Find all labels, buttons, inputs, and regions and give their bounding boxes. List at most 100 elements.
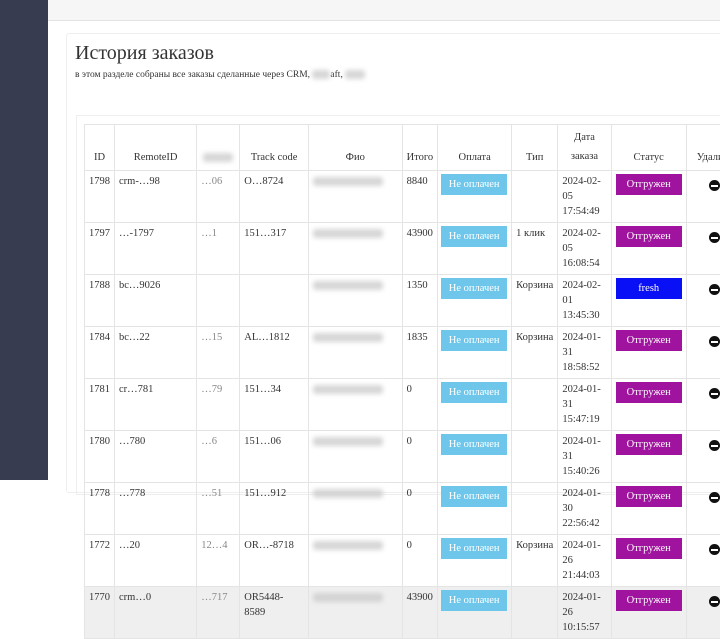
delete-icon[interactable] xyxy=(709,440,720,451)
external-id: …51 xyxy=(197,483,240,535)
delete-icon[interactable] xyxy=(709,284,720,295)
payment-status-button[interactable]: Не оплачен xyxy=(441,174,507,195)
track-code: OR…-8718 xyxy=(240,535,309,587)
column-header[interactable]: Фио xyxy=(308,125,402,171)
remote-id: bc…22 xyxy=(115,327,197,379)
status-badge[interactable]: Отгружен xyxy=(616,538,682,559)
order-date: 2024-01-3115:47:19 xyxy=(558,379,611,431)
status-badge[interactable]: Отгружен xyxy=(616,330,682,351)
payment-status-button[interactable]: Не оплачен xyxy=(441,330,507,351)
column-header[interactable]: Итого xyxy=(402,125,438,171)
customer-name[interactable] xyxy=(308,431,402,483)
table-row[interactable]: 1797 …-1797 …1 151…317 43900 Не оплачен … xyxy=(85,223,720,275)
status-badge[interactable]: Отгружен xyxy=(616,226,682,247)
column-header[interactable]: ID xyxy=(85,125,115,171)
customer-name[interactable] xyxy=(308,379,402,431)
order-date: 2024-01-3118:58:52 xyxy=(558,327,611,379)
status-badge[interactable]: fresh xyxy=(616,278,682,299)
time: 21:44:03 xyxy=(562,570,599,581)
table-row[interactable]: 1770 crm…0 …717 OR5448-8589 43900 Не опл… xyxy=(85,587,720,639)
status-cell: Отгружен xyxy=(611,431,686,483)
payment-cell: Не оплачен xyxy=(438,171,512,223)
status-badge[interactable]: Отгружен xyxy=(616,434,682,455)
payment-status-button[interactable]: Не оплачен xyxy=(441,590,507,611)
customer-name[interactable] xyxy=(308,171,402,223)
redacted-name[interactable] xyxy=(313,385,383,394)
order-date: 2024-02-0113:45:30 xyxy=(558,275,611,327)
payment-status-button[interactable]: Не оплачен xyxy=(441,538,507,559)
external-id: …6 xyxy=(197,431,240,483)
payment-cell: Не оплачен xyxy=(438,275,512,327)
order-total: 0 xyxy=(402,483,438,535)
redacted-name[interactable] xyxy=(313,541,383,550)
delete-icon[interactable] xyxy=(709,492,720,503)
date: 2024-01-31 xyxy=(562,436,601,462)
table-row[interactable]: 1784 bc…22 …15 AL…1812 1835 Не оплачен К… xyxy=(85,327,720,379)
redacted-name[interactable] xyxy=(313,333,383,342)
table-row[interactable]: 1780 …780 …6 151…06 0 Не оплачен 2024-01… xyxy=(85,431,720,483)
status-cell: Отгружен xyxy=(611,535,686,587)
delete-icon[interactable] xyxy=(709,336,720,347)
redacted-name[interactable] xyxy=(313,281,383,290)
status-badge[interactable]: Отгружен xyxy=(616,174,682,195)
remote-id: …-1797 xyxy=(115,223,197,275)
column-header[interactable]: RemoteID xyxy=(115,125,197,171)
customer-name[interactable] xyxy=(308,587,402,639)
delete-icon[interactable] xyxy=(709,544,720,555)
order-date: 2024-01-3022:56:42 xyxy=(558,483,611,535)
column-header[interactable] xyxy=(197,125,240,171)
order-date: 2024-01-3115:40:26 xyxy=(558,431,611,483)
payment-status-button[interactable]: Не оплачен xyxy=(441,382,507,403)
customer-name[interactable] xyxy=(308,275,402,327)
payment-status-button[interactable]: Не оплачен xyxy=(441,434,507,455)
table-row[interactable]: 1772 …20 12…4 OR…-8718 0 Не оплачен Корз… xyxy=(85,535,720,587)
order-date: 2024-02-0516:08:54 xyxy=(558,223,611,275)
redacted xyxy=(345,70,365,79)
status-badge[interactable]: Отгружен xyxy=(616,590,682,611)
delete-icon[interactable] xyxy=(709,596,720,607)
delete-icon[interactable] xyxy=(709,388,720,399)
time: 16:08:54 xyxy=(562,258,599,269)
column-header[interactable]: Track code xyxy=(240,125,309,171)
table-row[interactable]: 1778 …778 …51 151…912 0 Не оплачен 2024-… xyxy=(85,483,720,535)
table-row[interactable]: 1788 bc…9026 1350 Не оплачен Корзина 202… xyxy=(85,275,720,327)
table-row[interactable]: 1798 crm-…98 …06 O…8724 8840 Не оплачен … xyxy=(85,171,720,223)
track-code: OR5448-8589 xyxy=(240,587,309,639)
date: 2024-01-26 xyxy=(562,592,601,618)
column-header[interactable]: Удалить xyxy=(686,125,720,171)
payment-status-button[interactable]: Не оплачен xyxy=(441,226,507,247)
customer-name[interactable] xyxy=(308,535,402,587)
order-id: 1797 xyxy=(85,223,115,275)
external-id: …06 xyxy=(197,171,240,223)
redacted-name[interactable] xyxy=(313,177,383,186)
redacted-name[interactable] xyxy=(313,489,383,498)
order-type: 1 клик xyxy=(512,223,558,275)
order-id: 1772 xyxy=(85,535,115,587)
customer-name[interactable] xyxy=(308,223,402,275)
redacted-name[interactable] xyxy=(313,229,383,238)
remote-id: …778 xyxy=(115,483,197,535)
customer-name[interactable] xyxy=(308,327,402,379)
order-id: 1781 xyxy=(85,379,115,431)
column-header[interactable]: Дата заказа xyxy=(558,125,611,171)
redacted-name[interactable] xyxy=(313,593,383,602)
column-header[interactable]: Оплата xyxy=(438,125,512,171)
order-type xyxy=(512,587,558,639)
table-row[interactable]: 1781 cr…781 …79 151…34 0 Не оплачен 2024… xyxy=(85,379,720,431)
payment-cell: Не оплачен xyxy=(438,431,512,483)
delete-icon[interactable] xyxy=(709,180,720,191)
page-subtitle: в этом разделе собраны все заказы сделан… xyxy=(75,70,365,80)
delete-cell xyxy=(686,535,720,587)
payment-status-button[interactable]: Не оплачен xyxy=(441,486,507,507)
delete-icon[interactable] xyxy=(709,232,720,243)
status-badge[interactable]: Отгружен xyxy=(616,382,682,403)
column-header[interactable]: Тип xyxy=(512,125,558,171)
column-header[interactable]: Статус xyxy=(611,125,686,171)
remote-id: crm…0 xyxy=(115,587,197,639)
status-badge[interactable]: Отгружен xyxy=(616,486,682,507)
order-total: 8840 xyxy=(402,171,438,223)
customer-name[interactable] xyxy=(308,483,402,535)
redacted-name[interactable] xyxy=(313,437,383,446)
payment-status-button[interactable]: Не оплачен xyxy=(441,278,507,299)
time: 17:54:49 xyxy=(562,206,599,217)
